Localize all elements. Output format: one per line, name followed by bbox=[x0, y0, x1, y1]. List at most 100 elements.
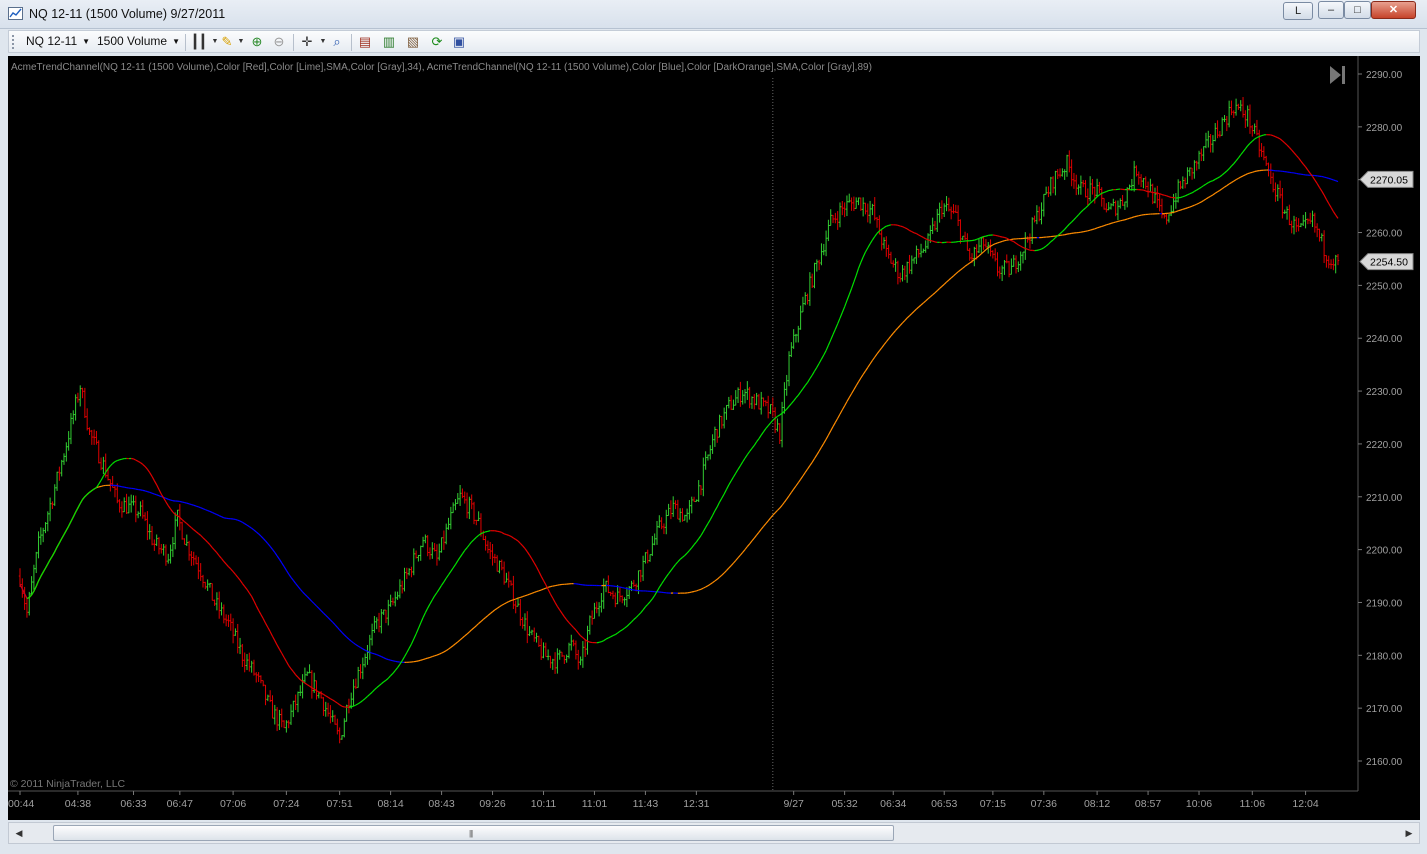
fast-trend-line-segment bbox=[1043, 245, 1047, 249]
slow-trend-line-segment bbox=[547, 586, 551, 588]
fast-trend-line-segment bbox=[716, 501, 721, 508]
period-selector[interactable]: 1500 Volume ▼ bbox=[97, 34, 180, 48]
slow-trend-line-segment bbox=[795, 482, 799, 487]
slow-trend-line-segment bbox=[779, 504, 783, 509]
slow-trend-line-segment bbox=[274, 552, 278, 557]
slow-trend-line-segment bbox=[962, 265, 966, 269]
slow-trend-line-segment bbox=[744, 546, 748, 550]
fast-trend-line-segment bbox=[628, 621, 632, 625]
slow-trend-line-segment bbox=[147, 491, 150, 493]
fast-trend-line-segment bbox=[112, 461, 116, 464]
slow-trend-line-segment bbox=[281, 562, 285, 567]
fast-trend-line-segment bbox=[517, 540, 521, 544]
minimize-button[interactable]: – bbox=[1318, 1, 1344, 19]
price-chart[interactable]: 2290.002280.002270.002260.002250.002240.… bbox=[8, 56, 1420, 820]
chevron-down-icon[interactable]: ▼ bbox=[233, 34, 249, 50]
fast-trend-line-segment bbox=[649, 598, 653, 603]
fast-trend-line-segment bbox=[454, 560, 459, 565]
x-tick-label: 05:32 bbox=[831, 798, 857, 810]
fast-trend-line-segment bbox=[487, 530, 491, 532]
slow-trend-line-segment bbox=[492, 609, 496, 613]
close-button[interactable]: ✕ bbox=[1371, 1, 1416, 19]
fast-trend-line-segment bbox=[397, 663, 401, 668]
fast-trend-line-segment bbox=[1312, 176, 1316, 181]
x-tick-label: 09:26 bbox=[479, 798, 505, 810]
fast-trend-line-segment bbox=[380, 681, 385, 685]
fast-trend-line-segment bbox=[549, 593, 554, 599]
slow-trend-line-segment bbox=[346, 636, 350, 640]
scroll-right-icon[interactable]: ▶ bbox=[1402, 826, 1416, 840]
zoom-in-icon[interactable]: ⊕ bbox=[249, 34, 265, 50]
fast-trend-line-segment bbox=[436, 588, 440, 593]
link-button[interactable]: L bbox=[1283, 2, 1313, 20]
slow-trend-line-segment bbox=[1171, 211, 1174, 214]
slow-trend-line-segment bbox=[1089, 228, 1093, 231]
slow-trend-line-segment bbox=[920, 302, 924, 306]
chart-canvas[interactable]: 2290.002280.002270.002260.002250.002240.… bbox=[8, 56, 1420, 820]
fast-trend-line-segment bbox=[834, 323, 839, 330]
fast-trend-line-segment bbox=[538, 571, 542, 577]
fast-trend-line-segment bbox=[1039, 248, 1042, 251]
slow-trend-line-segment bbox=[1226, 183, 1230, 187]
fast-trend-line-segment bbox=[536, 566, 540, 572]
fast-trend-line-segment bbox=[1233, 160, 1237, 165]
fast-trend-line-segment bbox=[642, 606, 646, 611]
slow-trend-line-segment bbox=[629, 588, 632, 591]
fast-trend-line-segment bbox=[818, 358, 822, 364]
fast-trend-line-segment bbox=[144, 466, 148, 470]
slow-trend-line-segment bbox=[191, 503, 194, 506]
fast-trend-line-segment bbox=[1068, 221, 1073, 225]
fast-trend-line-segment bbox=[378, 683, 382, 687]
fast-trend-line-segment bbox=[42, 567, 47, 573]
fast-trend-line-segment bbox=[1240, 151, 1244, 156]
fast-trend-line-segment bbox=[1059, 231, 1063, 235]
fast-trend-line-segment bbox=[1071, 219, 1075, 223]
data-series-icon[interactable]: ▧ bbox=[405, 34, 421, 50]
crosshair-icon[interactable]: ✛ bbox=[299, 34, 315, 50]
fast-trend-line-segment bbox=[1321, 190, 1325, 196]
fast-trend-line-segment bbox=[1041, 247, 1045, 250]
slow-trend-line-segment bbox=[1110, 222, 1114, 224]
slow-trend-line-segment bbox=[179, 500, 183, 503]
fast-trend-line-segment bbox=[351, 705, 354, 708]
refresh-icon[interactable]: ⟳ bbox=[429, 34, 445, 50]
fast-trend-line-segment bbox=[688, 547, 693, 551]
zoom-out-icon[interactable]: ⊖ bbox=[271, 34, 287, 50]
fast-trend-line-segment bbox=[1244, 145, 1249, 150]
fast-trend-line-segment bbox=[415, 628, 419, 635]
fast-trend-line-segment bbox=[621, 627, 625, 631]
slow-trend-line-segment bbox=[1101, 225, 1105, 227]
slow-trend-line-segment bbox=[763, 523, 767, 527]
fast-trend-line-segment bbox=[1194, 189, 1197, 192]
fast-trend-line-segment bbox=[281, 652, 285, 658]
scroll-left-icon[interactable]: ◀ bbox=[12, 826, 26, 840]
fast-trend-line-segment bbox=[691, 544, 695, 549]
slow-trend-line-segment bbox=[1330, 178, 1334, 181]
slow-trend-line-segment bbox=[221, 516, 225, 519]
slow-trend-line-segment bbox=[1087, 229, 1091, 232]
slow-trend-line-segment bbox=[922, 300, 927, 304]
fast-trend-line-segment bbox=[580, 635, 584, 639]
slow-trend-line-segment bbox=[749, 540, 753, 545]
slow-trend-line-segment bbox=[716, 576, 720, 580]
x-tick-label: 07:51 bbox=[327, 798, 353, 810]
strategies-icon[interactable]: ▤ bbox=[357, 34, 373, 50]
slow-trend-line-segment bbox=[425, 657, 428, 660]
instrument-selector[interactable]: NQ 12-11 ▼ bbox=[26, 34, 90, 48]
indicators-icon[interactable]: ▥ bbox=[381, 34, 397, 50]
bar-style-icon[interactable]: ┃┃ bbox=[191, 34, 207, 50]
properties-icon[interactable]: ▣ bbox=[451, 34, 467, 50]
maximize-button[interactable]: □ bbox=[1344, 1, 1371, 19]
slow-trend-line-segment bbox=[381, 656, 384, 659]
fast-trend-line-segment bbox=[730, 476, 734, 482]
magnifier-icon[interactable]: ⌕ bbox=[329, 34, 345, 50]
scroll-thumb[interactable]: ||| bbox=[53, 825, 894, 841]
fast-trend-line-segment bbox=[693, 541, 697, 546]
slow-trend-line-segment bbox=[156, 494, 160, 497]
toolbar-grip[interactable] bbox=[12, 35, 17, 49]
slow-trend-line-segment bbox=[429, 656, 433, 658]
horizontal-scrollbar[interactable]: ◀ ||| ▶ bbox=[8, 822, 1420, 844]
slow-trend-line-segment bbox=[432, 655, 435, 658]
fast-trend-line-segment bbox=[746, 451, 751, 456]
slow-trend-line-segment bbox=[198, 506, 201, 509]
